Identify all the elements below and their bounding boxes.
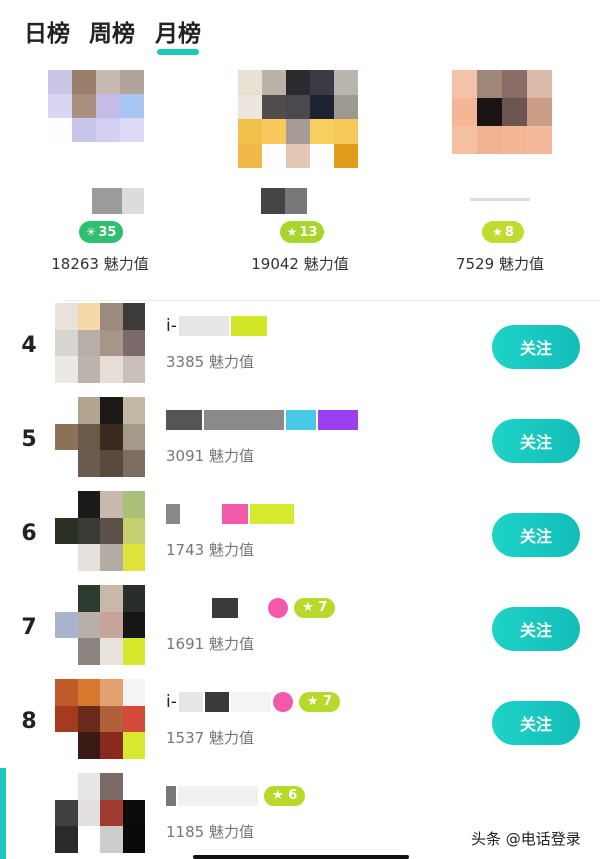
follow-button[interactable]: 关注 — [492, 325, 580, 369]
list-item[interactable]: 5 3091 魅力值 关注 — [0, 397, 600, 490]
avatar[interactable] — [55, 491, 145, 571]
top-user-card-2[interactable]: ★ 13 19042 魅力值 — [200, 70, 400, 280]
rank-number: 4 — [21, 333, 37, 358]
avatar[interactable] — [55, 585, 145, 665]
home-indicator[interactable] — [193, 855, 409, 859]
list-item[interactable]: 4 i- 3385 魅力值 关注 — [0, 303, 600, 396]
blurred-username — [92, 188, 144, 214]
level-badge: ★ 6 — [264, 785, 306, 806]
charm-score: 3091 魅力值 — [166, 447, 254, 465]
level-badge: ★ 13 — [280, 221, 324, 243]
divider — [64, 300, 600, 301]
username — [166, 503, 296, 527]
follow-button[interactable]: 关注 — [492, 701, 580, 745]
follow-button[interactable]: 关注 — [492, 607, 580, 651]
follow-button[interactable]: 关注 — [492, 419, 580, 463]
avatar[interactable] — [238, 70, 358, 168]
blurred-username — [261, 188, 307, 214]
level-badge: ★ 7 — [298, 691, 341, 712]
username: ★ 6 — [166, 785, 306, 809]
charm-score: 18263 魅力值 — [51, 255, 149, 273]
username — [166, 409, 360, 433]
charm-score: 19042 魅力值 — [251, 255, 349, 273]
username: i- — [166, 315, 269, 339]
watermark: 头条 @电话登录 — [471, 830, 581, 848]
avatar[interactable] — [55, 397, 145, 477]
avatar[interactable] — [55, 679, 145, 759]
level-badge: ★ 7 — [294, 597, 336, 618]
avatar[interactable] — [55, 773, 145, 853]
charm-score: 1691 魅力值 — [166, 635, 254, 653]
list-item[interactable]: 7 ★ 7 1691 魅力值 关注 — [0, 585, 600, 678]
username: ★ 7 — [166, 597, 336, 621]
active-tab-indicator — [157, 49, 199, 55]
rank-number: 5 — [21, 427, 37, 452]
follow-button[interactable]: 关注 — [492, 513, 580, 557]
ranking-tabs: 日榜 周榜 月榜 — [0, 0, 600, 62]
rank-number: 8 — [21, 709, 37, 734]
tab-daily[interactable]: 日榜 — [24, 14, 70, 48]
tab-monthly[interactable]: 月榜 — [155, 14, 201, 48]
sun-icon: ☀ — [85, 225, 97, 239]
tab-weekly[interactable]: 周榜 — [89, 14, 135, 48]
avatar[interactable] — [48, 70, 144, 142]
avatar[interactable] — [452, 70, 552, 154]
list-item[interactable]: 8 i- ★ 7 1537 魅力值 关注 — [0, 679, 600, 772]
top-user-card-3[interactable]: ★ 8 7529 魅力值 — [400, 70, 600, 280]
charm-score: 3385 魅力值 — [166, 353, 254, 371]
side-accent-bar — [0, 768, 6, 859]
charm-score: 1743 魅力值 — [166, 541, 254, 559]
charm-score: 1185 魅力值 — [166, 823, 254, 841]
rank-number: 6 — [21, 521, 37, 546]
charm-score: 7529 魅力值 — [456, 255, 544, 273]
username: i- ★ 7 — [166, 691, 341, 715]
level-badge: ☀ 35 — [79, 221, 123, 243]
level-badge: ★ 8 — [482, 221, 524, 243]
charm-score: 1537 魅力值 — [166, 729, 254, 747]
list-item[interactable]: 6 1743 魅力值 关注 — [0, 491, 600, 584]
rank-number: 7 — [21, 615, 37, 640]
avatar[interactable] — [55, 303, 145, 383]
star-icon: ★ — [492, 225, 503, 239]
star-icon: ★ — [286, 225, 298, 239]
top-user-card-1[interactable]: ☀ 35 18263 魅力值 — [0, 70, 200, 280]
